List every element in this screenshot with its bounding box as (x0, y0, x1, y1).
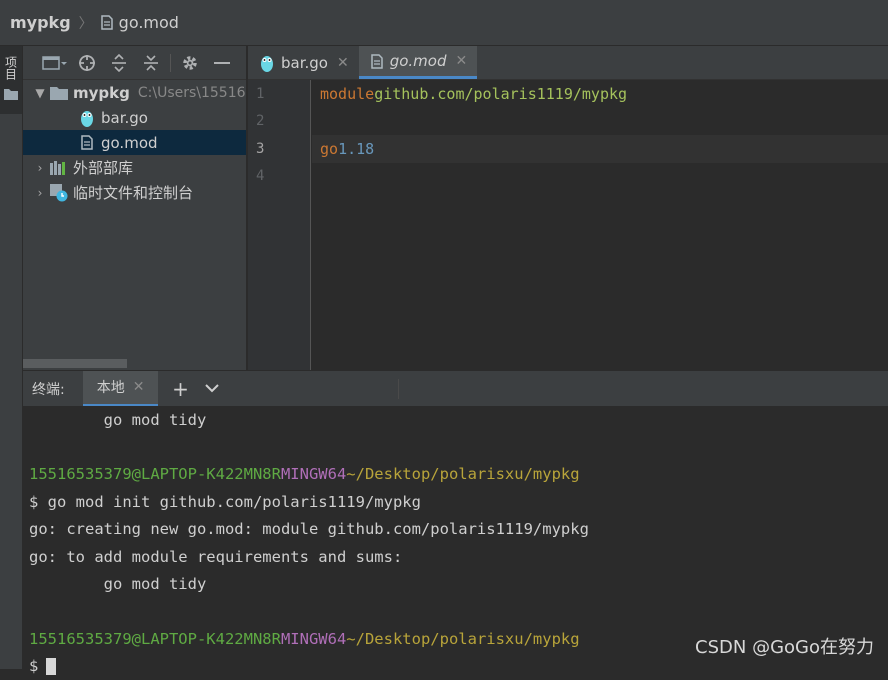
terminal-title: 终端: (32, 379, 65, 399)
gear-icon (181, 54, 199, 72)
scratches-icon (49, 184, 69, 202)
breadcrumb-separator-icon: 〉 (79, 13, 93, 33)
tree-root-row[interactable]: ▼ mypkg C:\Users\15516 (23, 80, 246, 105)
prompt-path: ~/Desktop/polarisxu/mypkg (346, 630, 579, 648)
tree-scratches-row[interactable]: › 临时文件和控制台 (23, 180, 246, 205)
prompt-user: 15516535379@LAPTOP-K422MN8R (29, 630, 281, 648)
terminal-cursor (46, 658, 56, 675)
breadcrumb-file[interactable]: go.mod (101, 13, 179, 32)
crosshair-icon (78, 54, 96, 72)
breadcrumb-file-label: go.mod (119, 13, 179, 32)
code-line-current[interactable]: go 1.18 (312, 135, 888, 163)
chevron-down-icon (205, 384, 219, 393)
chevron-right-icon[interactable]: › (31, 186, 49, 200)
line-number: 4 (248, 163, 310, 191)
tool-window-strip: 项目 (0, 46, 23, 669)
breadcrumb: mypkg 〉 go.mod (0, 0, 888, 46)
library-icon (49, 159, 69, 177)
tree-file-row-selected[interactable]: go.mod (23, 130, 246, 155)
project-panel: ▼ mypkg C:\Users\15516 bar.go (23, 46, 247, 370)
file-icon (371, 54, 383, 69)
terminal-line: $ go mod init github.com/polaris1119/myp… (23, 488, 888, 515)
tab-label: bar.go (281, 54, 328, 72)
gopher-icon (260, 54, 274, 72)
breadcrumb-project[interactable]: mypkg (10, 13, 71, 32)
tree-root-label: mypkg (73, 84, 130, 102)
tree-external-libraries-label: 外部部库 (73, 157, 133, 178)
tree-file-label: go.mod (101, 134, 158, 152)
gopher-icon (77, 109, 97, 127)
expand-all-button[interactable] (103, 48, 135, 78)
code-go-version: 1.18 (338, 140, 374, 158)
locate-button[interactable] (71, 48, 103, 78)
project-tree: ▼ mypkg C:\Users\15516 bar.go (23, 80, 246, 205)
code-keyword: module (320, 85, 374, 103)
project-horizontal-scrollbar[interactable] (23, 359, 127, 368)
code-line[interactable] (312, 108, 888, 136)
file-icon (101, 15, 113, 30)
tab-bar-go[interactable]: bar.go ✕ (248, 46, 359, 79)
terminal-line: go mod tidy (23, 570, 888, 597)
terminal-prompt-line: 15516535379@LAPTOP-K422MN8R MINGW64 ~/De… (23, 461, 888, 488)
settings-button[interactable] (174, 48, 206, 78)
header-divider (398, 379, 399, 399)
terminal-output[interactable]: go mod tidy 15516535379@LAPTOP-K422MN8R … (23, 406, 888, 669)
collapse-all-icon (143, 54, 159, 72)
prompt-path: ~/Desktop/polarisxu/mypkg (346, 465, 579, 483)
prompt-user: 15516535379@LAPTOP-K422MN8R (29, 465, 281, 483)
chevron-right-icon[interactable]: › (31, 161, 49, 175)
editor-gutter: 1 2 3 4 (248, 80, 311, 370)
close-icon[interactable]: ✕ (456, 53, 468, 69)
terminal-tab-local[interactable]: 本地 ✕ (83, 371, 159, 407)
tree-file-label: bar.go (101, 109, 148, 127)
window-dropdown-icon (42, 55, 68, 71)
close-icon[interactable]: ✕ (133, 379, 145, 395)
code-line[interactable] (312, 163, 888, 191)
terminal-line: go: to add module requirements and sums: (23, 543, 888, 570)
folder-icon (49, 84, 69, 102)
code-module-path: github.com/polaris1119/mypkg (374, 85, 627, 103)
terminal-line-empty (23, 433, 888, 460)
line-number: 3 (248, 135, 310, 163)
prompt-env: MINGW64 (281, 465, 346, 483)
terminal-dropdown-button[interactable] (196, 371, 228, 407)
line-number: 1 (248, 80, 310, 108)
terminal-line: go: creating new go.mod: module github.c… (23, 516, 888, 543)
code-editor[interactable]: module github.com/polaris1119/mypkg go 1… (312, 80, 888, 370)
watermark: CSDN @GoGo在努力 (695, 633, 874, 659)
collapse-all-button[interactable] (135, 48, 167, 78)
editor-tab-bar: bar.go ✕ go.mod ✕ (248, 46, 888, 80)
terminal-tab-label: 本地 (97, 377, 125, 397)
project-toolbar (23, 46, 246, 80)
chevron-down-icon[interactable]: ▼ (31, 86, 49, 100)
terminal-line-empty (23, 598, 888, 625)
code-line[interactable]: module github.com/polaris1119/mypkg (312, 80, 888, 108)
project-tool-tab[interactable]: 项目 (0, 46, 22, 114)
tab-label: go.mod (390, 52, 447, 70)
code-keyword: go (320, 140, 338, 158)
project-tool-label: 项目 (3, 56, 20, 80)
hide-panel-button[interactable] (206, 48, 238, 78)
new-terminal-button[interactable]: + (164, 371, 196, 407)
tree-scratches-label: 临时文件和控制台 (73, 182, 193, 203)
minus-icon (214, 61, 230, 65)
close-icon[interactable]: ✕ (337, 55, 349, 71)
plus-icon: + (172, 377, 189, 401)
file-icon (77, 134, 97, 152)
view-mode-button[interactable] (39, 48, 71, 78)
tree-root-path: C:\Users\15516 (138, 85, 246, 101)
terminal-line: go mod tidy (23, 406, 888, 433)
tree-external-libraries-row[interactable]: › 外部部库 (23, 155, 246, 180)
prompt-env: MINGW64 (281, 630, 346, 648)
folder-icon (4, 88, 18, 100)
line-number: 2 (248, 108, 310, 136)
tree-file-row[interactable]: bar.go (23, 105, 246, 130)
tab-go-mod[interactable]: go.mod ✕ (359, 46, 478, 79)
terminal-header: 终端: 本地 ✕ + (23, 370, 888, 406)
expand-all-icon (111, 54, 127, 72)
toolbar-divider (170, 54, 171, 72)
prompt-symbol: $ (29, 657, 38, 675)
